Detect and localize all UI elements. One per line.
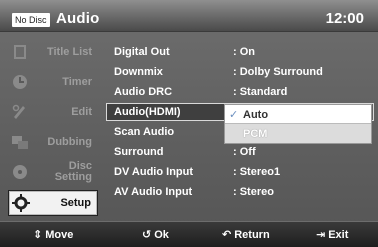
sidebar-item-disc-setting[interactable]: Disc Setting <box>8 160 98 186</box>
up-down-arrow-icon: ⇕ <box>33 229 43 241</box>
setting-label: Surround <box>114 146 164 158</box>
option-label: Auto <box>243 109 269 121</box>
ok-button[interactable]: ↺ Ok <box>142 228 169 241</box>
option-auto[interactable]: ✓ Auto <box>225 105 371 124</box>
setting-label: Audio DRC <box>114 86 173 98</box>
setting-label: Audio(HDMI) <box>114 106 181 118</box>
sidebar-item-label: Dubbing <box>47 136 92 148</box>
exit-icon: ⇥ <box>316 229 326 241</box>
setting-row-digital-out[interactable]: Digital Out : On <box>106 42 374 62</box>
exit-button[interactable]: ⇥ Exit <box>316 228 348 241</box>
checkmark-icon: ✓ <box>229 109 239 121</box>
option-label: PCM <box>243 128 268 140</box>
setting-row-downmix[interactable]: Downmix : Dolby Surround <box>106 62 374 82</box>
title-list-icon <box>14 45 26 59</box>
sidebar-item-label: Timer <box>62 76 92 88</box>
edit-icon <box>12 104 25 119</box>
move-hint: ⇕ Move <box>33 229 74 241</box>
sidebar-item-label: Disc Setting <box>54 160 92 183</box>
sidebar-item-label: Setup <box>60 197 91 209</box>
setting-row-surround[interactable]: Surround : Off <box>106 142 374 162</box>
setting-value: : Standard <box>233 86 288 98</box>
setting-value: : Off <box>233 146 256 158</box>
gear-icon <box>12 194 30 212</box>
return-button[interactable]: ↶ Return <box>222 228 270 241</box>
setting-value: : Dolby Surround <box>233 66 323 78</box>
dvd-setup-screen: No Disc Audio 12:00 Title List Timer Edi… <box>0 0 378 247</box>
setting-label: Digital Out <box>114 46 170 58</box>
page-title: Audio <box>56 10 100 27</box>
setting-label: AV Audio Input <box>114 186 193 198</box>
setting-value: : Stereo1 <box>233 166 281 178</box>
sidebar-item-timer[interactable]: Timer <box>8 70 98 96</box>
enter-icon: ↺ <box>142 229 152 241</box>
sidebar: Title List Timer Edit Dubbing Disc Setti… <box>8 40 98 220</box>
setting-label: Downmix <box>114 66 163 78</box>
sidebar-item-edit[interactable]: Edit <box>8 100 98 126</box>
sidebar-item-label: Title List <box>46 46 92 58</box>
setting-value: : On <box>233 46 255 58</box>
sidebar-item-label: Edit <box>71 106 92 118</box>
setting-row-audio-drc[interactable]: Audio DRC : Standard <box>106 82 374 102</box>
setting-value: : Stereo <box>233 186 274 198</box>
disc-status-badge: No Disc <box>12 13 50 27</box>
return-icon: ↶ <box>222 229 232 241</box>
setting-label: Scan Audio <box>114 126 175 138</box>
timer-icon <box>13 75 27 89</box>
header-bar: No Disc Audio 12:00 <box>0 0 378 32</box>
setting-row-av-audio-input[interactable]: AV Audio Input : Stereo <box>106 182 374 202</box>
disc-setting-icon <box>13 165 27 179</box>
option-pcm[interactable]: PCM <box>225 124 371 143</box>
sidebar-item-setup[interactable]: Setup <box>8 190 98 216</box>
sidebar-item-title-list[interactable]: Title List <box>8 40 98 66</box>
audio-hdmi-dropdown: ✓ Auto PCM <box>224 104 372 144</box>
setting-row-dv-audio-input[interactable]: DV Audio Input : Stereo1 <box>106 162 374 182</box>
footer-bar: ⇕ Move ↺ Ok ↶ Return ⇥ Exit <box>0 221 378 247</box>
clock: 12:00 <box>325 10 364 27</box>
dubbing-icon <box>12 136 28 149</box>
setting-label: DV Audio Input <box>114 166 194 178</box>
sidebar-item-dubbing[interactable]: Dubbing <box>8 130 98 156</box>
